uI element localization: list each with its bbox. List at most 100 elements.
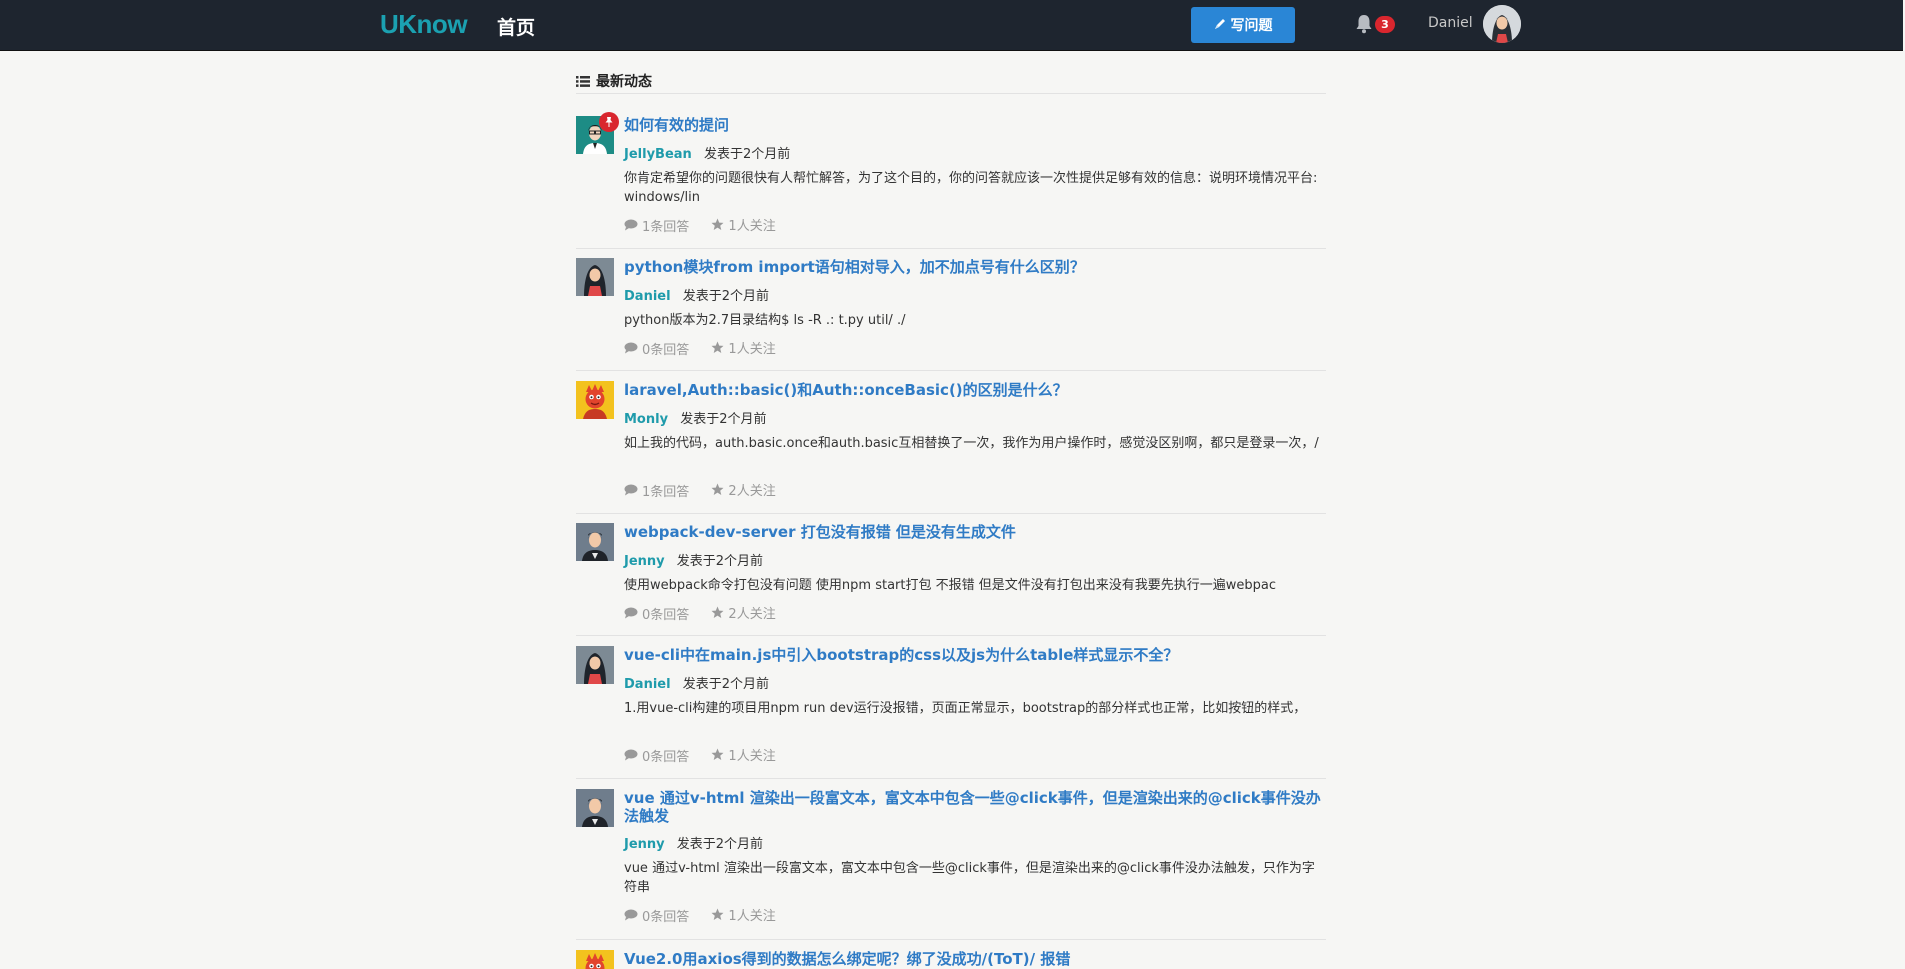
follows-count[interactable]: 1人关注 [711,745,776,764]
answers-label: 0条回答 [642,749,690,765]
nav-home-link[interactable]: 首页 [497,13,535,40]
follows-label: 1人关注 [728,219,776,234]
question-excerpt: python版本为2.7目录结构$ ls -R .: t.py util/ ./ [624,313,906,328]
answers-count[interactable]: 0条回答 [624,339,689,358]
feed-item: 如何有效的提问 JellyBean 发表于2个月前 你肯定希望你的问题很快有人帮… [576,112,1326,249]
star-icon [711,908,724,920]
star-icon [711,483,724,495]
follows-count[interactable]: 1人关注 [711,338,776,357]
author-link[interactable]: Monly [624,412,668,427]
pin-icon [599,112,619,132]
posted-time: 发表于2个月前 [676,837,764,852]
posted-time: 发表于2个月前 [682,677,769,692]
question-meta: Daniel 发表于2个月前 [624,673,769,692]
feed-item: vue-cli中在main.js中引入bootstrap的css以及js为什么t… [576,646,1326,779]
user-avatar[interactable] [1483,5,1521,43]
follows-label: 1人关注 [728,909,776,924]
author-link[interactable]: JellyBean [624,147,692,162]
question-excerpt: 如上我的代码，auth.basic.once和auth.basic互相替换了一次… [624,436,1319,451]
question-excerpt: 1.用vue-cli构建的项目用npm run dev运行没报错，页面正常显示，… [624,701,1307,716]
author-link[interactable]: Jenny [624,837,665,852]
feed-item: vue 通过v-html 渲染出一段富文本，富文本中包含一些@click事件，但… [576,789,1326,940]
question-meta: Daniel 发表于2个月前 [624,285,769,304]
author-avatar[interactable] [576,258,614,296]
author-avatar[interactable] [576,950,614,969]
question-title-link[interactable]: python模块from import语句相对导入，加不加点号有什么区别？ [624,258,1324,276]
question-meta: Jenny 发表于2个月前 [624,833,763,852]
write-question-label: 写问题 [1230,18,1273,34]
author-avatar[interactable] [576,789,614,827]
answers-count[interactable]: 1条回答 [624,481,689,500]
list-icon [576,73,590,92]
answers-count[interactable]: 1条回答 [624,216,689,235]
bell-icon[interactable] [1355,14,1373,34]
follows-count[interactable]: 2人关注 [711,480,776,499]
author-avatar[interactable] [576,381,614,419]
feed-item: Vue2.0用axios得到的数据怎么绑定呢？绑了没成功/(ToT)/ 报错 [576,950,1326,969]
posted-time: 发表于2个月前 [680,412,767,427]
question-title-link[interactable]: vue 通过v-html 渲染出一段富文本，富文本中包含一些@click事件，但… [624,789,1324,825]
question-title-link[interactable]: 如何有效的提问 [624,116,1324,134]
follows-label: 1人关注 [728,342,776,357]
question-meta: JellyBean 发表于2个月前 [624,143,790,162]
comment-icon [624,219,638,231]
question-meta: Monly 发表于2个月前 [624,408,766,427]
comment-icon [624,749,638,761]
author-link[interactable]: Daniel [624,289,671,304]
star-icon [711,341,724,353]
author-link[interactable]: Jenny [624,554,665,569]
star-icon [711,748,724,760]
answers-label: 0条回答 [642,607,690,623]
follows-label: 2人关注 [728,607,776,622]
author-link[interactable]: Daniel [624,677,671,692]
star-icon [711,606,724,618]
posted-time: 发表于2个月前 [703,147,791,162]
question-excerpt: 你肯定希望你的问题很快有人帮忙解答，为了这个目的，你的问答就应该一次性提供足够有… [624,171,1318,205]
question-excerpt: 使用webpack命令打包没有问题 使用npm start打包 不报错 但是文件… [624,578,1276,593]
feed-title: 最新动态 [596,74,652,90]
question-title-link[interactable]: Vue2.0用axios得到的数据怎么绑定呢？绑了没成功/(ToT)/ 报错 [624,950,1324,968]
comment-icon [624,342,638,354]
question-excerpt: vue 通过v-html 渲染出一段富文本，富文本中包含一些@click事件，但… [624,861,1315,895]
question-stats: 0条回答 1人关注 [624,745,794,765]
question-title-link[interactable]: vue-cli中在main.js中引入bootstrap的css以及js为什么t… [624,646,1324,664]
question-title-link[interactable]: laravel,Auth::basic()和Auth::onceBasic()的… [624,381,1324,399]
follows-count[interactable]: 2人关注 [711,603,776,622]
posted-time: 发表于2个月前 [676,554,764,569]
answers-label: 1条回答 [642,484,690,500]
posted-time: 发表于2个月前 [682,289,769,304]
author-avatar[interactable] [576,523,614,561]
answers-label: 0条回答 [642,342,690,358]
follows-count[interactable]: 1人关注 [711,215,776,234]
comment-icon [624,909,638,921]
question-stats: 0条回答 1人关注 [624,338,794,358]
nav-username[interactable]: Daniel [1428,15,1473,31]
follows-label: 2人关注 [728,484,776,499]
question-title-link[interactable]: webpack-dev-server 打包没有报错 但是没有生成文件 [624,523,1324,541]
question-stats: 0条回答 1人关注 [624,905,794,925]
answers-count[interactable]: 0条回答 [624,906,689,925]
feed-item: python模块from import语句相对导入，加不加点号有什么区别？ Da… [576,258,1326,371]
comment-icon [624,607,638,619]
feed-item: webpack-dev-server 打包没有报错 但是没有生成文件 Jenny… [576,523,1326,636]
feed-header: 最新动态 [576,71,1326,94]
question-meta: Jenny 发表于2个月前 [624,550,763,569]
write-question-button[interactable]: 写问题 [1191,7,1295,43]
answers-count[interactable]: 0条回答 [624,746,689,765]
follows-label: 1人关注 [728,749,776,764]
star-icon [711,218,724,230]
feed-item: laravel,Auth::basic()和Auth::onceBasic()的… [576,381,1326,514]
author-avatar[interactable] [576,646,614,684]
pencil-icon [1214,17,1227,34]
brand-logo[interactable]: UKnow [380,9,468,40]
comment-icon [624,484,638,496]
question-stats: 1条回答 2人关注 [624,480,794,500]
question-stats: 0条回答 2人关注 [624,603,794,623]
answers-label: 1条回答 [642,219,690,235]
notification-badge[interactable]: 3 [1375,16,1395,33]
answers-label: 0条回答 [642,909,690,925]
question-stats: 1条回答 1人关注 [624,215,794,235]
top-navbar: UKnow 首页 写问题 3 Daniel [0,0,1903,51]
follows-count[interactable]: 1人关注 [711,905,776,924]
answers-count[interactable]: 0条回答 [624,604,689,623]
